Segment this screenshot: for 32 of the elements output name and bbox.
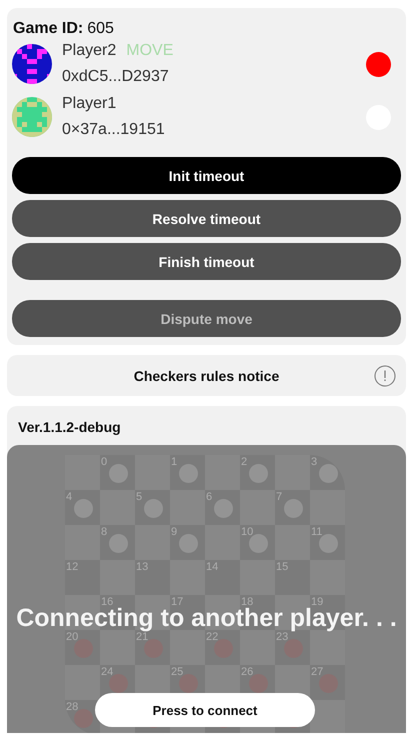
version-label: Ver.1.1.2-debug xyxy=(17,418,122,437)
connect-button[interactable]: Press to connect xyxy=(95,693,315,727)
checker-piece[interactable] xyxy=(179,534,198,553)
connecting-message: Connecting to another player. . . xyxy=(16,604,397,632)
player-name: Player2 xyxy=(62,42,116,60)
checker-piece[interactable] xyxy=(249,674,268,693)
action-button[interactable]: Finish timeout xyxy=(12,243,401,280)
checker-piece[interactable] xyxy=(249,464,268,483)
checker-piece[interactable] xyxy=(319,534,338,553)
action-button[interactable]: Init timeout xyxy=(12,157,401,194)
avatar-icon xyxy=(12,44,52,84)
player-name: Player1 xyxy=(62,95,116,113)
player-address: 0×37a...19151 xyxy=(62,121,166,139)
checker-piece[interactable] xyxy=(109,674,128,693)
checker-piece[interactable] xyxy=(74,499,93,518)
checker-piece[interactable] xyxy=(144,499,163,518)
checker-piece[interactable] xyxy=(319,464,338,483)
rules-notice-link[interactable]: Checkers rules notice xyxy=(134,368,280,384)
game-id-label: Game ID: xyxy=(13,20,84,38)
action-button[interactable]: Resolve timeout xyxy=(12,200,401,237)
info-icon[interactable] xyxy=(374,365,396,387)
checker-piece[interactable] xyxy=(179,464,198,483)
game-id-value: 605 xyxy=(87,20,114,38)
checker-piece[interactable] xyxy=(284,499,303,518)
checker-piece[interactable] xyxy=(109,464,128,483)
checker-piece[interactable] xyxy=(109,534,128,553)
turn-label: MOVE xyxy=(126,42,174,60)
checker-piece[interactable] xyxy=(249,534,268,553)
player-address: 0xdC5...D2937 xyxy=(62,68,170,86)
checker-piece[interactable] xyxy=(179,674,198,693)
avatar-icon xyxy=(12,97,52,137)
checker-piece[interactable] xyxy=(214,499,233,518)
